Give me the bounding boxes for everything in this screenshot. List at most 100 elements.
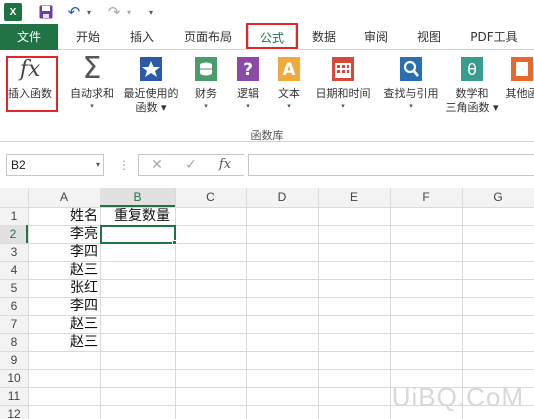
row-header-3[interactable]: 3 bbox=[0, 243, 28, 261]
row-header-10[interactable]: 10 bbox=[0, 369, 28, 387]
cell-a3[interactable]: 李四 bbox=[28, 243, 98, 261]
save-icon[interactable] bbox=[38, 2, 54, 22]
tab-pdf-tools[interactable]: PDF工具 bbox=[458, 24, 530, 50]
lookup-reference-dropdown-icon: ▾ bbox=[409, 102, 413, 110]
ribbon-formulas: fx 插入函数 Σ 自动求和 ▾ 最近使用的 函数 ▾ 财务 ▾ ? 逻辑 ▾ bbox=[0, 50, 534, 142]
cell-a6[interactable]: 李四 bbox=[28, 297, 98, 315]
name-box[interactable]: B2 bbox=[6, 154, 104, 176]
logical-button[interactable]: ? 逻辑 ▾ bbox=[228, 54, 268, 122]
ribbon-tabs: 文件 开始 插入 页面布局 公式 数据 审阅 视图 PDF工具 bbox=[0, 24, 534, 50]
star-icon bbox=[137, 54, 165, 84]
formula-bar: B2 ▾ ⋮ ✕ ✓ fx bbox=[0, 143, 534, 183]
cell-b1[interactable]: 重复数量 bbox=[114, 207, 170, 225]
column-header-b[interactable]: B bbox=[100, 188, 175, 207]
row-header-9[interactable]: 9 bbox=[0, 351, 28, 369]
cell-a7[interactable]: 赵三 bbox=[28, 315, 98, 333]
cancel-icon[interactable]: ✕ bbox=[145, 155, 169, 175]
autosum-button[interactable]: Σ 自动求和 ▾ bbox=[66, 54, 118, 122]
math-trig-label-2: 三角函数 ▾ bbox=[445, 101, 499, 114]
column-header-f[interactable]: F bbox=[390, 188, 462, 207]
date-time-dropdown-icon: ▾ bbox=[341, 102, 345, 110]
tab-home[interactable]: 开始 bbox=[62, 24, 114, 50]
row-header-8[interactable]: 8 bbox=[0, 333, 28, 351]
function-library-group-label: 函数库 bbox=[250, 129, 284, 142]
row-header-6[interactable]: 6 bbox=[0, 297, 28, 315]
more-functions-label: 其他函 bbox=[505, 87, 534, 100]
column-header-e[interactable]: E bbox=[318, 188, 390, 207]
row-header-2[interactable]: 2 bbox=[0, 225, 28, 243]
more-functions-button[interactable]: 其他函 bbox=[502, 54, 534, 122]
financial-dropdown-icon: ▾ bbox=[204, 102, 208, 110]
more-functions-icon bbox=[508, 54, 534, 84]
column-header-d[interactable]: D bbox=[246, 188, 318, 207]
undo-dropdown-icon[interactable]: ▾ bbox=[84, 2, 94, 22]
text-button[interactable]: A 文本 ▾ bbox=[270, 54, 308, 122]
svg-text:?: ? bbox=[243, 60, 253, 80]
insert-function-fx-icon[interactable]: fx bbox=[213, 155, 237, 175]
tab-page-layout[interactable]: 页面布局 bbox=[172, 24, 244, 50]
redo-icon[interactable]: ↷ bbox=[106, 2, 122, 22]
recently-used-label-2: 函数 ▾ bbox=[135, 101, 167, 114]
magnifier-icon bbox=[397, 54, 425, 84]
undo-icon[interactable]: ↶ bbox=[66, 2, 82, 22]
formula-bar-grip-icon[interactable]: ⋮ bbox=[118, 154, 130, 176]
text-dropdown-icon: ▾ bbox=[287, 102, 291, 110]
insert-function-label: 插入函数 bbox=[8, 87, 52, 100]
column-header-g[interactable]: G bbox=[462, 188, 534, 207]
svg-text:θ: θ bbox=[467, 60, 477, 79]
quick-access-toolbar: X ↶ ▾ ↷ ▾ ▾ bbox=[0, 0, 534, 24]
date-time-label: 日期和时间 bbox=[315, 87, 371, 100]
fx-icon: fx bbox=[19, 56, 41, 82]
enter-icon[interactable]: ✓ bbox=[179, 155, 203, 175]
math-trig-button[interactable]: θ 数学和 三角函数 ▾ bbox=[444, 54, 500, 122]
watermark: UiBQ.CoM bbox=[391, 382, 524, 412]
tab-data[interactable]: 数据 bbox=[300, 24, 348, 50]
row-header-7[interactable]: 7 bbox=[0, 315, 28, 333]
cell-a8[interactable]: 赵三 bbox=[28, 333, 98, 351]
autosum-label: 自动求和 bbox=[70, 87, 114, 100]
row-header-11[interactable]: 11 bbox=[0, 387, 28, 405]
logical-dropdown-icon: ▾ bbox=[246, 102, 250, 110]
row-header-1[interactable]: 1 bbox=[0, 207, 28, 225]
row-header-12[interactable]: 12 bbox=[0, 405, 28, 419]
financial-label: 财务 bbox=[195, 87, 217, 100]
logical-label: 逻辑 bbox=[237, 87, 259, 100]
cell-a4[interactable]: 赵三 bbox=[28, 261, 98, 279]
formula-input[interactable] bbox=[248, 154, 534, 176]
formula-bar-buttons: ✕ ✓ fx bbox=[138, 154, 244, 176]
recently-used-button[interactable]: 最近使用的 函数 ▾ bbox=[120, 54, 182, 122]
column-header-a[interactable]: A bbox=[28, 188, 100, 207]
text-a-icon: A bbox=[275, 54, 303, 84]
coins-icon bbox=[192, 54, 220, 84]
redo-dropdown-icon[interactable]: ▾ bbox=[124, 2, 134, 22]
row-header-5[interactable]: 5 bbox=[0, 279, 28, 297]
calendar-icon bbox=[329, 54, 357, 84]
financial-button[interactable]: 财务 ▾ bbox=[186, 54, 226, 122]
tab-insert[interactable]: 插入 bbox=[116, 24, 168, 50]
svg-text:A: A bbox=[282, 60, 296, 80]
tab-review[interactable]: 审阅 bbox=[352, 24, 400, 50]
lookup-reference-button[interactable]: 查找与引用 ▾ bbox=[378, 54, 444, 122]
tab-formulas[interactable]: 公式 bbox=[248, 24, 296, 50]
cell-a1[interactable]: 姓名 bbox=[28, 207, 98, 225]
cell-a2[interactable]: 李亮 bbox=[28, 225, 98, 243]
name-box-dropdown-icon[interactable]: ▾ bbox=[92, 154, 104, 176]
theta-icon: θ bbox=[458, 54, 486, 84]
cell-a5[interactable]: 张红 bbox=[28, 279, 98, 297]
lookup-reference-label: 查找与引用 bbox=[383, 87, 439, 100]
tab-file[interactable]: 文件 bbox=[0, 24, 58, 50]
recently-used-label-1: 最近使用的 bbox=[123, 87, 179, 100]
autosum-dropdown-icon: ▾ bbox=[90, 102, 94, 110]
customize-qat-icon[interactable]: ▾ bbox=[146, 2, 156, 22]
row-header-4[interactable]: 4 bbox=[0, 261, 28, 279]
active-cell-border bbox=[100, 225, 176, 244]
date-time-button[interactable]: 日期和时间 ▾ bbox=[310, 54, 376, 122]
question-icon: ? bbox=[234, 54, 262, 84]
insert-function-button[interactable]: fx 插入函数 bbox=[4, 54, 56, 122]
sigma-icon: Σ bbox=[82, 51, 102, 86]
excel-logo-icon: X bbox=[4, 3, 22, 21]
column-header-c[interactable]: C bbox=[175, 188, 246, 207]
tab-view[interactable]: 视图 bbox=[404, 24, 454, 50]
text-label: 文本 bbox=[278, 87, 300, 100]
fill-handle[interactable] bbox=[172, 240, 177, 245]
